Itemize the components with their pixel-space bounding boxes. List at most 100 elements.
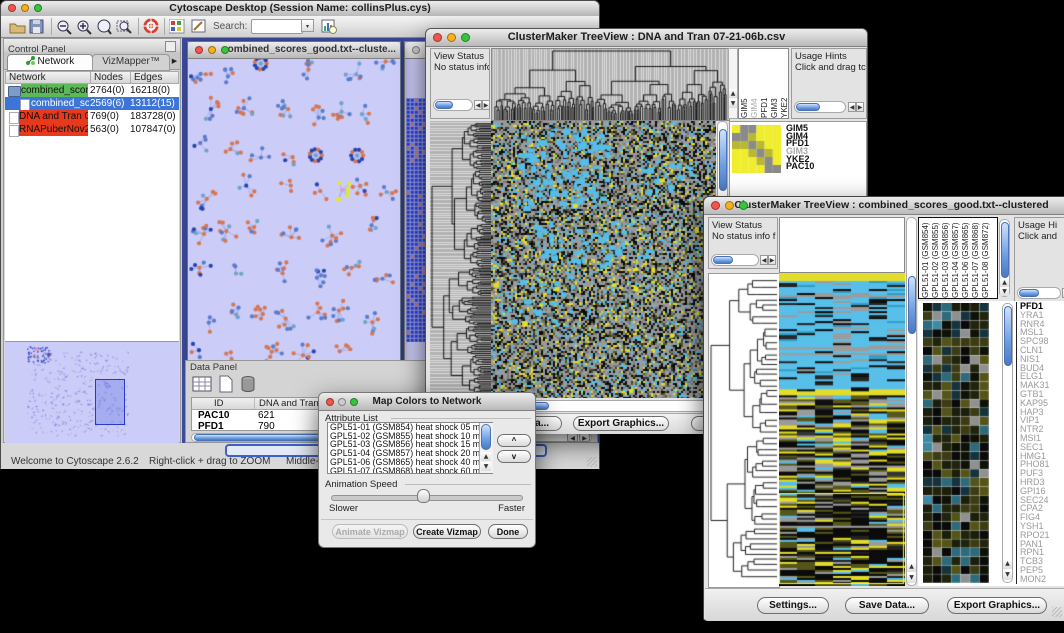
zoom-fit-icon[interactable] — [96, 19, 112, 35]
scroll-up-arrow[interactable]: ▲ — [1003, 559, 1012, 569]
network-row-rnapuber[interactable]: RNAPuberNov2+ 563(0) 107847(0) — [5, 123, 179, 136]
network-window-1-title-bar[interactable]: combined_scores_good.txt--cluste... — [188, 42, 400, 59]
close-button[interactable] — [195, 46, 203, 54]
attribute-list-vscrollbar[interactable]: ▲ ▼ — [479, 423, 493, 473]
main-title-bar[interactable]: Cytoscape Desktop (Session Name: collins… — [1, 1, 599, 17]
network-view-canvas[interactable] — [189, 59, 399, 363]
minimize-button[interactable] — [725, 201, 734, 210]
delete-attribute-icon[interactable] — [240, 375, 256, 393]
treeview2-title-bar[interactable]: ClusterMaker TreeView : combined_scores_… — [704, 197, 1064, 215]
scroll-up-arrow[interactable]: ▲ — [481, 452, 491, 461]
float-panel-icon[interactable] — [165, 41, 176, 52]
tabs-overflow-button[interactable]: ▶ — [169, 55, 180, 68]
scroll-right-arrow[interactable]: ▶ — [579, 433, 590, 442]
close-button[interactable] — [326, 398, 334, 406]
minimize-button[interactable] — [21, 4, 29, 12]
animate-vizmap-button[interactable]: Animate Vizmap — [332, 524, 408, 539]
network-overview[interactable] — [5, 341, 179, 443]
scroll-down-arrow[interactable]: ▼ — [1000, 287, 1009, 296]
zoom-button[interactable] — [461, 33, 470, 42]
search-dropdown-button[interactable]: ▾ — [301, 19, 314, 32]
view-status-hscrollbar[interactable] — [433, 99, 473, 111]
open-folder-icon[interactable] — [9, 19, 26, 34]
resize-grip[interactable] — [1052, 607, 1062, 617]
network-nodes: 563(0) — [90, 123, 119, 136]
help-lifesaver-icon[interactable] — [143, 18, 160, 35]
network-row-combined-scores[interactable]: combined_scores 2764(0) 16218(0) — [5, 84, 179, 97]
scroll-up-arrow[interactable]: ▲ — [1000, 278, 1009, 287]
zoom-in-icon[interactable] — [76, 19, 92, 35]
row-dendrogram-canvas[interactable] — [430, 121, 491, 398]
network-row-dna-tran[interactable]: DNA and Tran 07 769(0) 183728(0) — [5, 110, 179, 123]
overview-viewport-rect[interactable] — [95, 379, 125, 425]
scroll-down-arrow[interactable]: ▼ — [481, 462, 491, 471]
close-button[interactable] — [8, 4, 16, 12]
column-labels-vscrollbar[interactable]: ▲ ▼ — [999, 219, 1010, 297]
resize-grip[interactable] — [587, 457, 597, 467]
col-network[interactable]: Network — [9, 72, 46, 83]
column-dendrogram-area[interactable] — [779, 217, 905, 273]
close-button[interactable] — [711, 201, 720, 210]
array-column-label: GPL51-07 (GSM868) — [971, 218, 981, 298]
vizmapper-icon[interactable] — [169, 19, 185, 34]
attribute-item[interactable]: GPL51-07 (GSM868) heat shock 60 min — [328, 467, 492, 474]
minimize-button[interactable] — [338, 398, 346, 406]
close-button[interactable] — [412, 46, 420, 54]
move-down-button[interactable]: v — [497, 450, 531, 463]
zoom-heatmap-canvas[interactable] — [923, 303, 989, 583]
heatmap-vscrollbar[interactable]: ▲ ▼ — [906, 217, 917, 586]
create-vizmap-button[interactable]: Create Vizmap — [413, 524, 481, 539]
scroll-right-arrow[interactable]: ▶ — [768, 255, 776, 265]
settings-button[interactable]: Settings... — [757, 597, 829, 614]
move-up-button[interactable]: ^ — [497, 434, 531, 447]
scroll-left-arrow[interactable]: ◀ — [474, 100, 482, 110]
attribute-table-icon[interactable] — [192, 375, 212, 393]
zoom-selected-icon[interactable] — [116, 19, 132, 35]
dialog-title-bar[interactable]: Map Colors to Network — [319, 393, 535, 411]
heatmap-canvas[interactable] — [779, 273, 905, 586]
close-button[interactable] — [433, 33, 442, 42]
network-edges: 13112(15) — [130, 97, 175, 110]
zoom-button[interactable] — [739, 201, 748, 210]
scroll-left-arrow[interactable]: ◀ — [760, 255, 768, 265]
done-button[interactable]: Done — [488, 524, 528, 539]
scroll-up-arrow[interactable]: ▲ — [907, 562, 916, 572]
annotation-icon[interactable] — [191, 19, 207, 34]
zoom-button[interactable] — [221, 46, 229, 54]
id-column-header[interactable]: ID — [214, 398, 224, 409]
scroll-left-arrow[interactable]: ◀ — [848, 102, 856, 112]
usage-hints-hscrollbar[interactable] — [1017, 287, 1061, 299]
tab-vizmapper[interactable]: VizMapper™ — [92, 54, 170, 71]
scroll-right-arrow[interactable]: ▶ — [856, 102, 864, 112]
network-row-selected[interactable]: combined_sco 2569(6) 13112(15) — [5, 97, 179, 110]
export-graphics-button[interactable]: Export Graphics... — [947, 597, 1047, 614]
minimize-button[interactable] — [208, 46, 216, 54]
scroll-left-arrow[interactable]: ◀ — [567, 433, 578, 442]
heatmap-canvas[interactable] — [491, 121, 716, 398]
zoom-vscrollbar[interactable]: ▲ ▼ — [1002, 303, 1013, 583]
zoom-matrix-canvas[interactable] — [732, 125, 781, 173]
scroll-right-arrow[interactable]: ▶ — [482, 100, 490, 110]
search-input[interactable] — [251, 19, 303, 34]
gene-label: MON2 — [1020, 575, 1064, 584]
treeview1-title-bar[interactable]: ClusterMaker TreeView : DNA and Tran 07-… — [426, 29, 867, 47]
column-tree-mini-scrollbar[interactable]: ▲ ▼ — [728, 48, 738, 119]
save-data-button[interactable]: Save Data... — [845, 597, 929, 614]
animation-speed-slider-thumb[interactable] — [417, 489, 430, 503]
row-dendrogram-canvas[interactable] — [708, 273, 780, 588]
minimize-button[interactable] — [447, 33, 456, 42]
tab-network[interactable]: Network — [7, 54, 93, 71]
view-status-hscrollbar[interactable] — [711, 254, 759, 266]
usage-hints-hscrollbar[interactable] — [794, 101, 846, 113]
zoom-button[interactable] — [350, 398, 358, 406]
export-graphics-button[interactable]: Export Graphics... — [573, 416, 669, 431]
scroll-down-arrow[interactable]: ▼ — [907, 573, 916, 583]
group-divider — [405, 484, 531, 485]
zoom-button[interactable] — [34, 4, 42, 12]
zoom-out-icon[interactable] — [56, 19, 72, 35]
plugin-chart-icon[interactable] — [321, 19, 337, 34]
column-dendrogram-canvas[interactable] — [491, 48, 730, 121]
new-attribute-icon[interactable] — [218, 375, 234, 393]
save-icon[interactable] — [29, 19, 44, 34]
scroll-down-arrow[interactable]: ▼ — [1003, 570, 1012, 580]
